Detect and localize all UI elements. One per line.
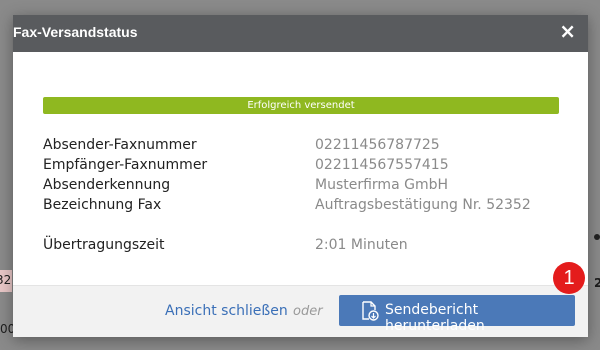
- detail-value: 02211456787725: [315, 137, 440, 153]
- dialog-header: Fax-Versandstatus ×: [13, 15, 588, 52]
- detail-row-transfer-time: Übertragungszeit 2:01 Minuten: [43, 237, 563, 257]
- detail-row-fax-name: Bezeichnung Fax Auftragsbestätigung Nr. …: [43, 197, 563, 217]
- detail-value: 022114567557415: [315, 157, 449, 173]
- detail-value: 2:01 Minuten: [315, 237, 408, 253]
- detail-row-sender-id: Absenderkennung Musterfirma GmbH: [43, 177, 563, 197]
- detail-label: Bezeichnung Fax: [43, 197, 162, 213]
- close-icon[interactable]: ×: [559, 21, 576, 41]
- dialog-footer: Ansicht schließen oder Sendebericht heru…: [13, 285, 588, 337]
- fax-details: Absender-Faxnummer 02211456787725 Empfän…: [43, 137, 563, 257]
- download-report-button[interactable]: Sendebericht herunterladen: [339, 295, 575, 334]
- dialog-title: Fax-Versandstatus: [13, 24, 138, 40]
- background-row-fragment: 32: [0, 270, 12, 292]
- detail-label: Übertragungszeit: [43, 237, 165, 253]
- detail-value: Auftragsbestätigung Nr. 52352: [315, 197, 531, 213]
- detail-row-recipient-fax: Empfänger-Faxnummer 022114567557415: [43, 157, 563, 177]
- background-text-fragment: 2: [594, 276, 600, 290]
- status-badge: Erfolgreich versendet: [43, 97, 559, 114]
- screen: 32 00 2 Fax-Versandstatus × Erfolgreich …: [0, 0, 600, 350]
- or-separator: oder: [293, 304, 323, 319]
- detail-label: Absenderkennung: [43, 177, 171, 193]
- download-button-label: Sendebericht herunterladen: [385, 302, 485, 334]
- background-text-fragment: 32: [0, 273, 12, 287]
- detail-value: Musterfirma GmbH: [315, 177, 448, 193]
- background-bullet: [594, 234, 600, 240]
- detail-label: Absender-Faxnummer: [43, 137, 197, 153]
- detail-label: Empfänger-Faxnummer: [43, 157, 208, 173]
- fax-status-dialog: Fax-Versandstatus × Erfolgreich versende…: [13, 15, 588, 337]
- detail-row-sender-fax: Absender-Faxnummer 02211456787725: [43, 137, 563, 157]
- document-download-icon: [362, 301, 379, 321]
- step-marker-badge: 1: [553, 262, 585, 294]
- close-view-link[interactable]: Ansicht schließen: [165, 303, 288, 319]
